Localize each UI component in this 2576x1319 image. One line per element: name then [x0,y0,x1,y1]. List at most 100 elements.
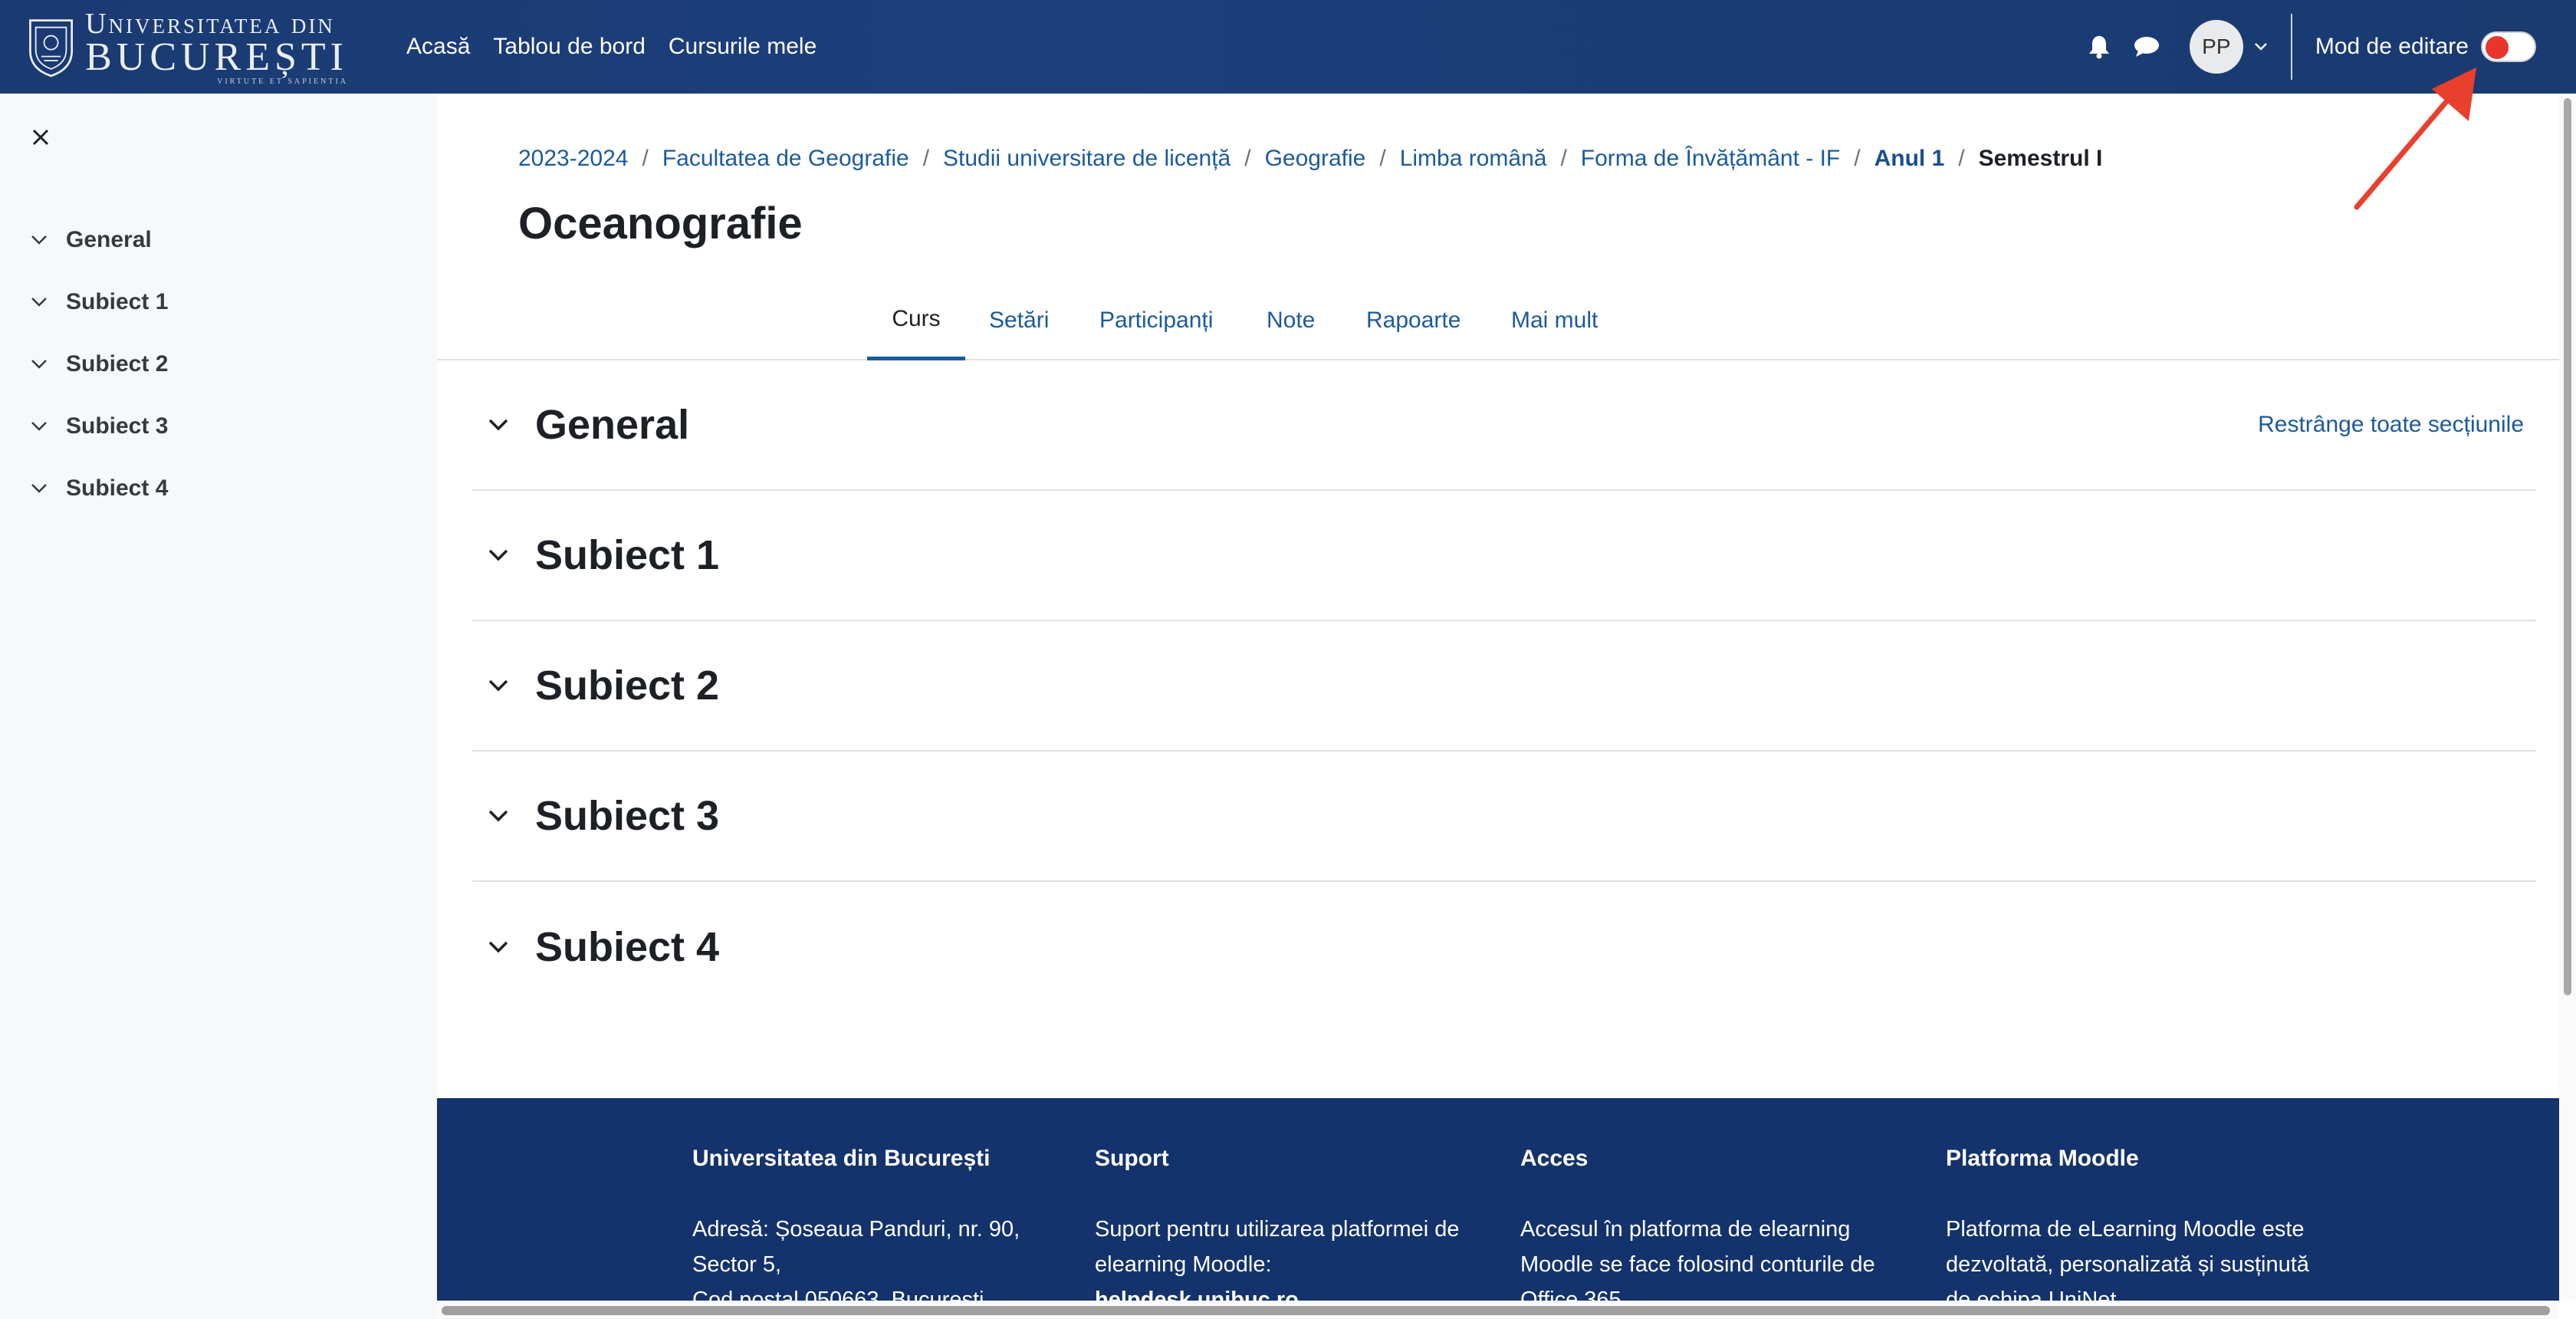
sidebar-item-subiect-2[interactable]: Subiect 2 [28,333,168,395]
footer-line: elearning Moodle: [1095,1252,1272,1277]
messages-chat-icon[interactable] [2131,31,2162,62]
chevron-down-icon[interactable] [28,229,51,252]
breadcrumb-separator: / [1958,146,1965,171]
close-drawer-button[interactable] [28,124,54,150]
chevron-down-icon [2254,43,2267,51]
notifications-bell-icon[interactable] [2084,31,2114,62]
footer-col-university: Universitatea din București Adresă: Șose… [692,1146,1091,1317]
sidebar-item-label: Subiect 3 [66,413,169,439]
tab-more[interactable]: Mai mult [1511,281,1598,360]
sidebar-item-label: Subiect 4 [66,475,169,501]
nav-link-dashboard[interactable]: Tablou de bord [493,34,646,60]
breadcrumb: 2023-2024 / Facultatea de Geografie / St… [518,146,2102,172]
sidebar-item-general[interactable]: General [28,209,168,271]
logo-line1: Universitatea din [85,7,335,40]
footer-line: Suport pentru utilizarea platformei de [1095,1217,1460,1242]
section-title[interactable]: General [535,401,689,449]
horizontal-scrollbar-thumb[interactable] [442,1306,2550,1315]
breadcrumb-separator: / [1379,146,1386,171]
footer-line: Adresă: Șoseaua Panduri, nr. 90, [692,1217,1020,1242]
chevron-down-icon[interactable] [485,411,512,439]
course-sections: General Restrânge toate secțiunile Subie… [472,360,2536,1012]
footer-col-moodle: Platforma Moodle Platforma de eLearning … [1946,1146,2344,1317]
breadcrumb-item[interactable]: Forma de Învățământ - IF [1581,146,1840,172]
toggle-knob [2486,36,2509,59]
breadcrumb-separator: / [1244,146,1251,171]
chevron-down-icon[interactable] [485,933,512,961]
chevron-down-icon[interactable] [485,672,512,699]
breadcrumb-separator: / [1854,146,1861,171]
vertical-scrollbar-thumb[interactable] [2564,98,2571,995]
tab-reports[interactable]: Rapoarte [1366,281,1460,360]
breadcrumb-item[interactable]: Facultatea de Geografie [662,146,909,172]
footer-line: Moodle se face folosind conturile de [1520,1252,1875,1277]
section-general: General Restrânge toate secțiunile [472,360,2536,491]
top-navbar: Universitatea din BUCUREȘTI VIRTUTE ET S… [0,0,2576,94]
sidebar-item-label: General [66,226,152,252]
crest-icon [29,19,74,77]
tab-participants[interactable]: Participanți [1099,281,1213,360]
course-tabs: Curs Setări Participanți Note Rapoarte M… [437,281,2559,360]
user-menu[interactable]: PP [2189,20,2268,74]
breadcrumb-separator: / [922,146,930,171]
chevron-down-icon[interactable] [28,415,51,438]
footer-heading: Universitatea din București [692,1146,991,1171]
logo-motto: VIRTUTE ET SAPIENTIA [217,77,348,86]
section-subiect-4: Subiect 4 [472,882,2536,1012]
footer-heading: Platforma Moodle [1946,1146,2139,1171]
page-title: Oceanografie [518,199,803,248]
sidebar-item-label: Subiect 1 [66,288,169,314]
sidebar-item-subiect-1[interactable]: Subiect 1 [28,271,168,333]
breadcrumb-item[interactable]: Geografie [1265,146,1366,172]
edit-mode-label: Mod de editare [2315,34,2469,59]
sidebar-item-subiect-4[interactable]: Subiect 4 [28,457,168,519]
vertical-scrollbar[interactable] [2559,94,2576,1301]
avatar[interactable]: PP [2189,20,2243,74]
footer-heading: Acces [1520,1146,1589,1171]
tab-settings[interactable]: Setări [989,281,1049,360]
logo-line2: BUCUREȘTI [85,35,348,79]
page-footer: Universitatea din București Adresă: Șose… [437,1098,2559,1312]
tab-course[interactable]: Curs [867,281,965,360]
close-icon [32,129,49,146]
nav-link-my-courses[interactable]: Cursurile mele [669,34,816,60]
university-logo[interactable]: Universitatea din BUCUREȘTI VIRTUTE ET S… [26,7,348,86]
section-title[interactable]: Subiect 3 [535,792,719,840]
annotation-arrow-icon [2354,67,2476,210]
sidebar-item-subiect-3[interactable]: Subiect 3 [28,395,168,457]
breadcrumb-current: Semestrul I [1978,146,2103,171]
main-content: 2023-2024 / Facultatea de Geografie / St… [437,94,2559,1098]
section-subiect-2: Subiect 2 [472,621,2536,752]
section-title[interactable]: Subiect 1 [535,531,719,579]
section-subiect-1: Subiect 1 [472,491,2536,621]
chevron-down-icon[interactable] [28,353,51,376]
footer-line: Accesul în platforma de elearning [1520,1217,1851,1242]
footer-col-support: Suport Suport pentru utilizarea platform… [1095,1146,1493,1317]
section-title[interactable]: Subiect 4 [535,923,719,971]
collapse-all-link[interactable]: Restrânge toate secțiunile [2258,412,2524,438]
nav-link-home[interactable]: Acasă [406,34,470,60]
breadcrumb-item[interactable]: Limba română [1400,146,1547,172]
section-subiect-3: Subiect 3 [472,752,2536,882]
footer-line: Sector 5, [692,1252,782,1277]
breadcrumb-item-year[interactable]: Anul 1 [1875,146,1945,172]
edit-mode-toggle[interactable] [2481,31,2536,62]
breadcrumb-item[interactable]: Studii universitare de licență [943,146,1230,172]
horizontal-scrollbar[interactable] [437,1301,2559,1319]
sidebar-item-label: Subiect 2 [66,350,169,377]
edit-mode-control: Mod de editare [2315,31,2536,62]
footer-line: dezvoltată, personalizată și susținută [1946,1252,2309,1277]
breadcrumb-separator: / [1560,146,1567,171]
course-index-drawer: General Subiect 1 Subiect 2 Subiect 3 Su… [0,94,437,1319]
chevron-down-icon[interactable] [28,477,51,500]
breadcrumb-item[interactable]: 2023-2024 [518,146,628,172]
breadcrumb-separator: / [642,146,649,171]
tab-grades[interactable]: Note [1267,281,1315,360]
chevron-down-icon[interactable] [485,541,512,569]
nav-divider [2290,14,2292,80]
chevron-down-icon[interactable] [28,291,51,314]
chevron-down-icon[interactable] [485,802,512,830]
footer-line: Platforma de eLearning Moodle este [1946,1217,2305,1242]
footer-col-access: Acces Accesul în platforma de elearning … [1520,1146,1919,1317]
section-title[interactable]: Subiect 2 [535,662,719,709]
